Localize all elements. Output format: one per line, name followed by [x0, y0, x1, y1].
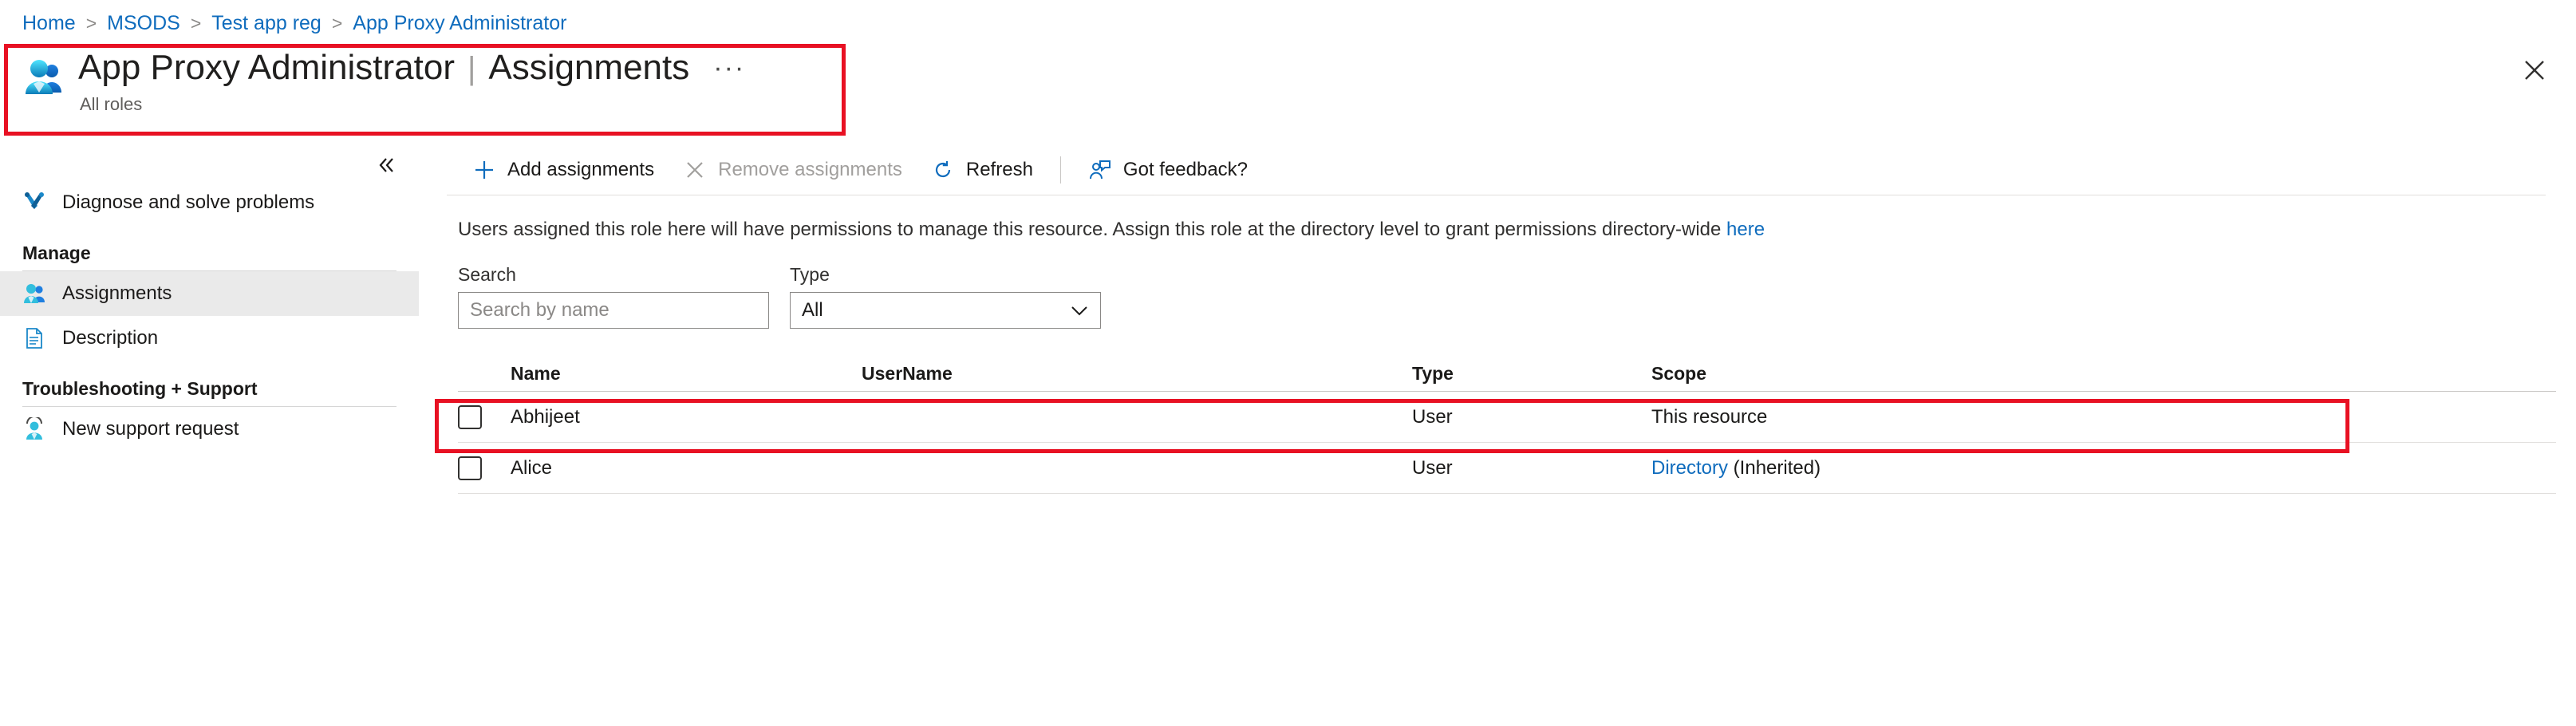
row-checkbox-cell: [458, 404, 511, 429]
page-caption: All roles: [80, 94, 143, 114]
scope-directory-link[interactable]: Directory: [1651, 457, 1728, 479]
sidebar-item-new-support-request[interactable]: New support request: [0, 407, 419, 452]
blade-content: Add assignments Remove assignments Refre…: [447, 145, 2576, 494]
sidebar-item-label: Description: [62, 327, 159, 349]
cell-scope-text: (Inherited): [1728, 456, 1821, 479]
blade-sidebar: Diagnose and solve problems Manage Assig…: [0, 145, 419, 726]
cell-type: User: [1412, 456, 1453, 479]
breadcrumb: Home > MSODS > Test app reg > App Proxy …: [22, 11, 566, 35]
sidebar-item-label: New support request: [62, 418, 239, 440]
page-subtitle: Assignments: [488, 48, 690, 87]
assignments-table: Name UserName Type Scope Abhijeet User T…: [458, 356, 2556, 494]
column-header-scope[interactable]: Scope: [1651, 363, 2556, 385]
search-field-group: Search: [458, 264, 769, 329]
users-group-icon: [22, 282, 46, 306]
type-select[interactable]: All: [790, 292, 1101, 329]
sidebar-item-label: Assignments: [62, 282, 172, 304]
sidebar-group-manage: Manage: [22, 243, 91, 263]
chevron-double-left-icon[interactable]: [373, 152, 400, 179]
breadcrumb-separator: >: [190, 13, 202, 34]
refresh-icon: [931, 158, 955, 182]
command-toolbar: Add assignments Remove assignments Refre…: [447, 145, 2576, 195]
sidebar-item-diagnose-and-solve-problems[interactable]: Diagnose and solve problems: [0, 180, 419, 225]
users-group-icon: [22, 56, 65, 99]
got-feedback-button[interactable]: Got feedback?: [1074, 151, 1262, 189]
refresh-label: Refresh: [965, 159, 1033, 180]
type-field-group: Type All: [790, 264, 1101, 329]
cell-name: Alice: [511, 456, 553, 479]
filter-bar: Search Type All: [458, 264, 2576, 329]
got-feedback-label: Got feedback?: [1122, 159, 1249, 180]
breadcrumb-separator: >: [331, 13, 343, 34]
cell-type: User: [1412, 405, 1453, 428]
add-assignments-label: Add assignments: [507, 159, 655, 180]
row-checkbox[interactable]: [458, 456, 482, 480]
table-row[interactable]: Abhijeet User This resource: [458, 392, 2556, 443]
search-label: Search: [458, 264, 516, 285]
plus-icon: [472, 158, 496, 182]
breadcrumb-item-app-proxy-administrator[interactable]: App Proxy Administrator: [353, 11, 566, 35]
cross-icon: [683, 158, 707, 182]
remove-assignments-button: Remove assignments: [669, 151, 917, 189]
breadcrumb-item-msods[interactable]: MSODS: [107, 11, 180, 35]
tools-icon: [22, 191, 46, 215]
page-title: App Proxy Administrator: [78, 48, 455, 87]
search-input[interactable]: [458, 292, 769, 329]
cell-scope: This resource: [1651, 406, 2556, 428]
breadcrumb-item-home[interactable]: Home: [22, 11, 76, 35]
blade-title-area: App Proxy Administrator | Assignments ··…: [22, 46, 745, 134]
title-separator: |: [467, 51, 476, 86]
type-label: Type: [790, 264, 830, 285]
add-assignments-button[interactable]: Add assignments: [458, 151, 669, 189]
breadcrumb-item-test-app-reg[interactable]: Test app reg: [211, 11, 322, 35]
support-person-icon: [22, 416, 46, 441]
row-checkbox-cell: [458, 456, 511, 480]
column-header-username[interactable]: UserName: [862, 363, 1412, 385]
column-header-name[interactable]: Name: [511, 363, 862, 385]
sidebar-item-description[interactable]: Description: [0, 316, 419, 361]
azure-portal-blade: Home > MSODS > Test app reg > App Proxy …: [0, 0, 2576, 726]
sidebar-item-label: Diagnose and solve problems: [62, 191, 315, 213]
cell-name: Abhijeet: [511, 405, 580, 428]
row-checkbox[interactable]: [458, 404, 482, 429]
more-options-button[interactable]: ···: [713, 46, 745, 89]
cell-scope-text: This resource: [1651, 405, 1768, 428]
sidebar-group-troubleshooting-support: Troubleshooting + Support: [22, 378, 258, 399]
directory-level-link[interactable]: here: [1726, 219, 1765, 240]
remove-assignments-label: Remove assignments: [718, 159, 902, 180]
table-row[interactable]: Alice User Directory (Inherited): [458, 443, 2556, 494]
cell-scope: Directory (Inherited): [1651, 457, 2556, 479]
document-icon: [22, 326, 46, 350]
breadcrumb-separator: >: [85, 13, 97, 34]
type-select-value: All: [802, 299, 823, 321]
feedback-person-icon: [1088, 158, 1112, 182]
toolbar-divider: [1059, 156, 1061, 183]
table-header-row: Name UserName Type Scope: [458, 356, 2556, 391]
role-description-sentence: Users assigned this role here will have …: [458, 219, 1727, 240]
refresh-button[interactable]: Refresh: [917, 151, 1047, 189]
sidebar-item-assignments[interactable]: Assignments: [0, 271, 419, 316]
close-icon[interactable]: [2517, 53, 2552, 88]
role-description-text: Users assigned this role here will have …: [458, 218, 2576, 242]
column-header-type[interactable]: Type: [1412, 363, 1651, 385]
